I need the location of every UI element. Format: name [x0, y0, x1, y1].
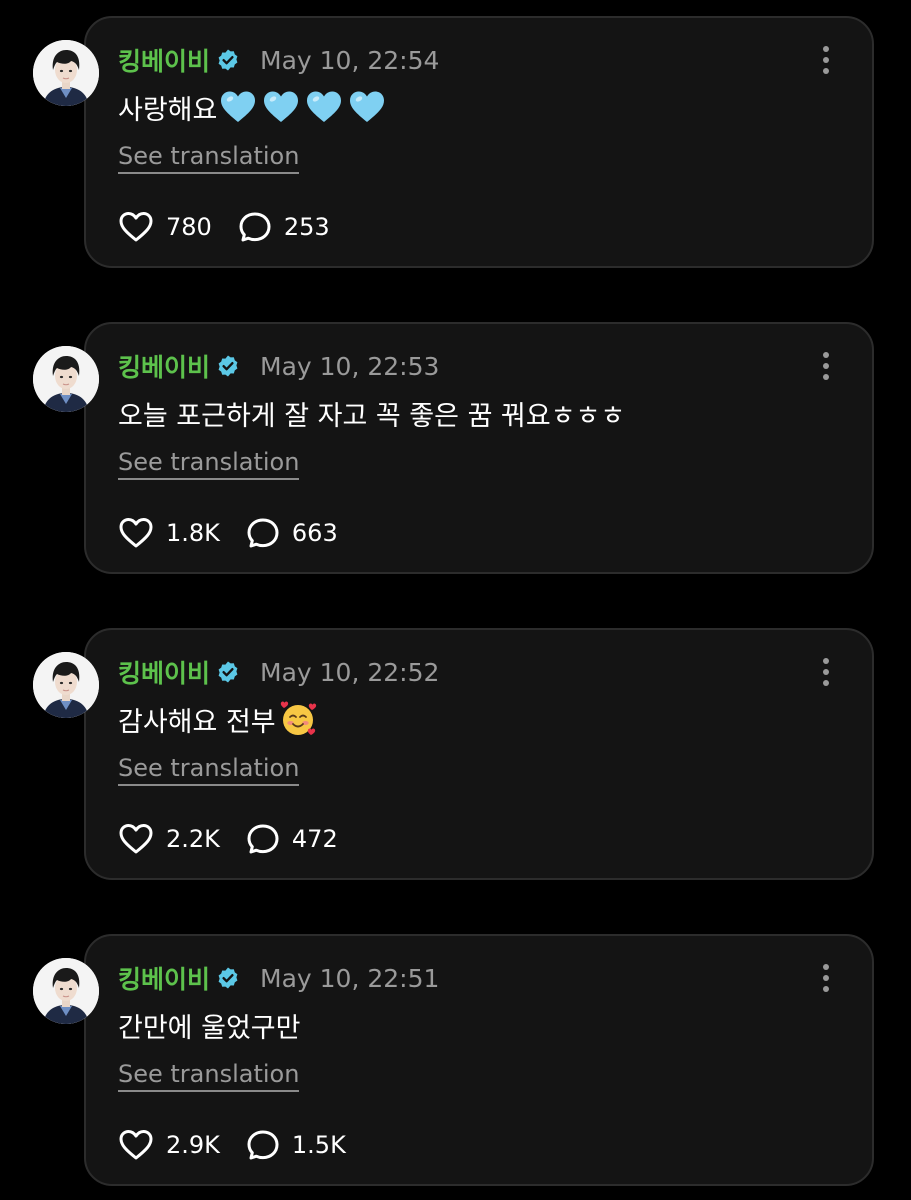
light-blue-heart-emoji [221, 91, 256, 122]
comment-text-content: 간만에 울었구만 [118, 1012, 301, 1044]
comment-card: 킹베이비 May 10, 22:54 사랑해요 See translation [84, 16, 874, 268]
more-options-icon[interactable] [816, 44, 836, 76]
comment-post: 킹베이비 May 10, 22:51 간만에 울었구만 See translat… [0, 918, 911, 1186]
comment-count: 663 [291, 519, 338, 547]
profile-avatar[interactable] [33, 652, 99, 718]
username[interactable]: 킹베이비 [118, 960, 210, 996]
comment-card: 킹베이비 May 10, 22:53 오늘 포근하게 잘 자고 꼭 좋은 꿈 꿔… [84, 322, 874, 574]
comment-actions: 780 253 [118, 208, 356, 246]
heart-icon [119, 824, 153, 854]
like-button[interactable]: 2.2K [118, 823, 220, 855]
heart-icon [119, 518, 153, 548]
see-translation-link[interactable]: See translation [118, 754, 300, 786]
comment-header: 킹베이비 May 10, 22:54 [118, 42, 439, 78]
comment-feed: 킹베이비 May 10, 22:54 사랑해요 See translation [0, 0, 911, 1200]
more-options-icon[interactable] [816, 656, 836, 688]
reply-button[interactable]: 253 [238, 211, 330, 243]
light-blue-heart-emoji [264, 91, 299, 122]
comment-bubble-icon [247, 824, 279, 854]
heart-icon [119, 1130, 153, 1160]
comment-actions: 2.2K 472 [118, 820, 364, 858]
comment-bubble-icon [239, 212, 271, 242]
like-count: 780 [166, 213, 212, 241]
smiling-face-with-hearts-emoji [280, 701, 316, 735]
timestamp: May 10, 22:52 [260, 657, 440, 687]
comment-text: 사랑해요 [118, 88, 391, 126]
comment-header: 킹베이비 May 10, 22:53 [118, 348, 439, 384]
comment-post: 킹베이비 May 10, 22:54 사랑해요 See translation [0, 0, 911, 268]
more-options-icon[interactable] [816, 350, 836, 382]
see-translation-link[interactable]: See translation [118, 142, 300, 174]
comment-header: 킹베이비 May 10, 22:52 [118, 654, 439, 690]
profile-avatar[interactable] [33, 40, 99, 106]
reply-button[interactable]: 663 [246, 517, 338, 549]
verified-badge-icon [216, 660, 240, 684]
reply-button[interactable]: 1.5K [246, 1129, 346, 1161]
reply-button[interactable]: 472 [246, 823, 338, 855]
comment-bubble-icon [247, 1130, 279, 1160]
comment-bubble-icon [247, 518, 279, 548]
comment-card: 킹베이비 May 10, 22:51 간만에 울었구만 See translat… [84, 934, 874, 1186]
comment-post: 킹베이비 May 10, 22:52 감사해요 전부 See translati… [0, 612, 911, 880]
comment-text-content: 감사해요 전부 [118, 706, 276, 738]
comment-actions: 2.9K 1.5K [118, 1126, 372, 1164]
like-count: 2.2K [166, 825, 220, 853]
verified-badge-icon [216, 48, 240, 72]
profile-avatar[interactable] [33, 346, 99, 412]
comment-text-content: 오늘 포근하게 잘 자고 꼭 좋은 꿈 꿔요ㅎㅎㅎ [118, 400, 626, 432]
like-button[interactable]: 780 [118, 211, 212, 243]
comment-card: 킹베이비 May 10, 22:52 감사해요 전부 See translati… [84, 628, 874, 880]
comment-actions: 1.8K 663 [118, 514, 364, 552]
comment-count: 472 [291, 825, 338, 853]
like-count: 1.8K [166, 519, 220, 547]
comment-header: 킹베이비 May 10, 22:51 [118, 960, 439, 996]
comment-text: 간만에 울었구만 [118, 1006, 302, 1044]
username[interactable]: 킹베이비 [118, 348, 210, 384]
comment-text: 오늘 포근하게 잘 자고 꼭 좋은 꿈 꿔요ㅎㅎㅎ [118, 394, 627, 432]
comment-count: 1.5K [291, 1131, 346, 1159]
comment-text: 감사해요 전부 [118, 700, 323, 738]
verified-badge-icon [216, 354, 240, 378]
see-translation-link[interactable]: See translation [118, 1060, 300, 1092]
comment-post: 킹베이비 May 10, 22:53 오늘 포근하게 잘 자고 꼭 좋은 꿈 꿔… [0, 306, 911, 574]
emoji-row [278, 700, 323, 738]
profile-avatar[interactable] [33, 958, 99, 1024]
emoji-row [219, 89, 391, 125]
more-options-icon[interactable] [816, 962, 836, 994]
comment-text-content: 사랑해요 [118, 94, 218, 126]
light-blue-heart-emoji [307, 91, 342, 122]
like-button[interactable]: 2.9K [118, 1129, 220, 1161]
like-button[interactable]: 1.8K [118, 517, 220, 549]
heart-icon [119, 212, 153, 242]
verified-badge-icon [216, 966, 240, 990]
timestamp: May 10, 22:54 [260, 45, 440, 75]
light-blue-heart-emoji [350, 91, 385, 122]
timestamp: May 10, 22:53 [260, 351, 440, 381]
comment-count: 253 [283, 213, 330, 241]
like-count: 2.9K [166, 1131, 220, 1159]
username[interactable]: 킹베이비 [118, 42, 210, 78]
timestamp: May 10, 22:51 [260, 963, 440, 993]
see-translation-link[interactable]: See translation [118, 448, 300, 480]
username[interactable]: 킹베이비 [118, 654, 210, 690]
